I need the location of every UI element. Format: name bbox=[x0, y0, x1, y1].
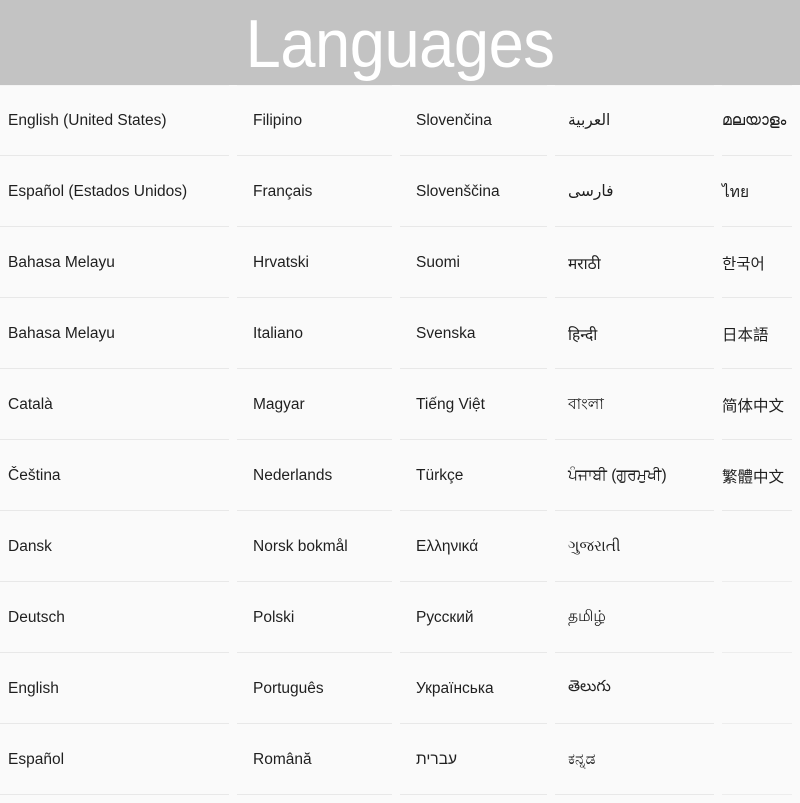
language-item[interactable]: 한국어 bbox=[722, 227, 800, 298]
language-item[interactable]: Türkçe bbox=[400, 440, 555, 511]
language-item[interactable]: العربية bbox=[555, 85, 722, 156]
language-item[interactable]: Русский bbox=[400, 582, 555, 653]
language-row: Bahasa Melayu Hrvatski Suomi मराठी 한국어 bbox=[0, 227, 800, 298]
page-header: Languages bbox=[0, 0, 800, 85]
language-item[interactable]: Italiano bbox=[237, 298, 400, 369]
language-item[interactable]: मराठी bbox=[555, 227, 722, 298]
language-item[interactable]: தமிழ் bbox=[555, 582, 722, 653]
language-item[interactable]: Bahasa Melayu bbox=[0, 227, 237, 298]
language-item[interactable]: Español bbox=[0, 724, 237, 795]
language-item[interactable]: বাংলা bbox=[555, 369, 722, 440]
language-item[interactable]: Magyar bbox=[237, 369, 400, 440]
languages-screen: Languages English (United States) Filipin… bbox=[0, 0, 800, 803]
language-row: Deutsch Polski Русский தமிழ் bbox=[0, 582, 800, 653]
language-item[interactable]: ไทย bbox=[722, 156, 800, 227]
language-item[interactable]: Nederlands bbox=[237, 440, 400, 511]
language-item-partial bbox=[555, 795, 722, 803]
language-item-empty bbox=[722, 582, 800, 653]
language-item[interactable]: Bahasa Melayu bbox=[0, 298, 237, 369]
language-item[interactable]: ગુજરાતી bbox=[555, 511, 722, 582]
language-item[interactable]: Français bbox=[237, 156, 400, 227]
language-row-partial bbox=[0, 795, 800, 803]
language-item[interactable]: English (United States) bbox=[0, 85, 237, 156]
language-item-partial bbox=[722, 795, 800, 803]
language-item[interactable]: فارسی bbox=[555, 156, 722, 227]
language-item-empty bbox=[722, 511, 800, 582]
language-item[interactable]: ಕನ್ನಡ bbox=[555, 724, 722, 795]
language-item-partial bbox=[0, 795, 237, 803]
language-row: Čeština Nederlands Türkçe ਪੰਜਾਬੀ (ਗੁਰਮੁਖੀ) 繁… bbox=[0, 440, 800, 511]
language-row: Dansk Norsk bokmål Ελληνικά ગુજરાતી bbox=[0, 511, 800, 582]
language-row: English Português Українська తెలుగు bbox=[0, 653, 800, 724]
language-item[interactable]: Svenska bbox=[400, 298, 555, 369]
language-item[interactable]: Tiếng Việt bbox=[400, 369, 555, 440]
language-item[interactable]: Polski bbox=[237, 582, 400, 653]
language-row: Català Magyar Tiếng Việt বাংলা 简体中文 bbox=[0, 369, 800, 440]
language-item[interactable]: Dansk bbox=[0, 511, 237, 582]
language-item[interactable]: 繁體中文 bbox=[722, 440, 800, 511]
language-item[interactable]: Norsk bokmål bbox=[237, 511, 400, 582]
language-item[interactable]: 日本語 bbox=[722, 298, 800, 369]
language-item[interactable]: Hrvatski bbox=[237, 227, 400, 298]
language-item[interactable]: Filipino bbox=[237, 85, 400, 156]
language-row: Español Română עברית ಕನ್ನಡ bbox=[0, 724, 800, 795]
language-row: Español (Estados Unidos) Français Slovenšč… bbox=[0, 156, 800, 227]
language-item[interactable]: Español (Estados Unidos) bbox=[0, 156, 237, 227]
language-grid: English (United States) Filipino Slovenčin… bbox=[0, 85, 800, 803]
language-item[interactable]: हिन्दी bbox=[555, 298, 722, 369]
page-title: Languages bbox=[245, 5, 555, 82]
language-item-empty bbox=[722, 724, 800, 795]
language-item[interactable]: עברית bbox=[400, 724, 555, 795]
language-item[interactable]: Suomi bbox=[400, 227, 555, 298]
language-item[interactable]: ਪੰਜਾਬੀ (ਗੁਰਮੁਖੀ) bbox=[555, 440, 722, 511]
language-item[interactable]: Català bbox=[0, 369, 237, 440]
language-item-empty bbox=[722, 653, 800, 724]
language-row: English (United States) Filipino Slovenčin… bbox=[0, 85, 800, 156]
language-item[interactable]: Deutsch bbox=[0, 582, 237, 653]
language-row: Bahasa Melayu Italiano Svenska हिन्दी 日本語 bbox=[0, 298, 800, 369]
language-item[interactable]: 简体中文 bbox=[722, 369, 800, 440]
language-item[interactable]: English bbox=[0, 653, 237, 724]
language-item[interactable]: Українська bbox=[400, 653, 555, 724]
language-item[interactable]: Slovenščina bbox=[400, 156, 555, 227]
language-item[interactable]: తెలుగు bbox=[555, 653, 722, 724]
language-item-partial bbox=[237, 795, 400, 803]
language-item[interactable]: Ελληνικά bbox=[400, 511, 555, 582]
language-item-partial bbox=[400, 795, 555, 803]
language-item[interactable]: Română bbox=[237, 724, 400, 795]
language-item[interactable]: Português bbox=[237, 653, 400, 724]
language-item[interactable]: മലയാളം bbox=[722, 85, 800, 156]
language-item[interactable]: Slovenčina bbox=[400, 85, 555, 156]
language-item[interactable]: Čeština bbox=[0, 440, 237, 511]
